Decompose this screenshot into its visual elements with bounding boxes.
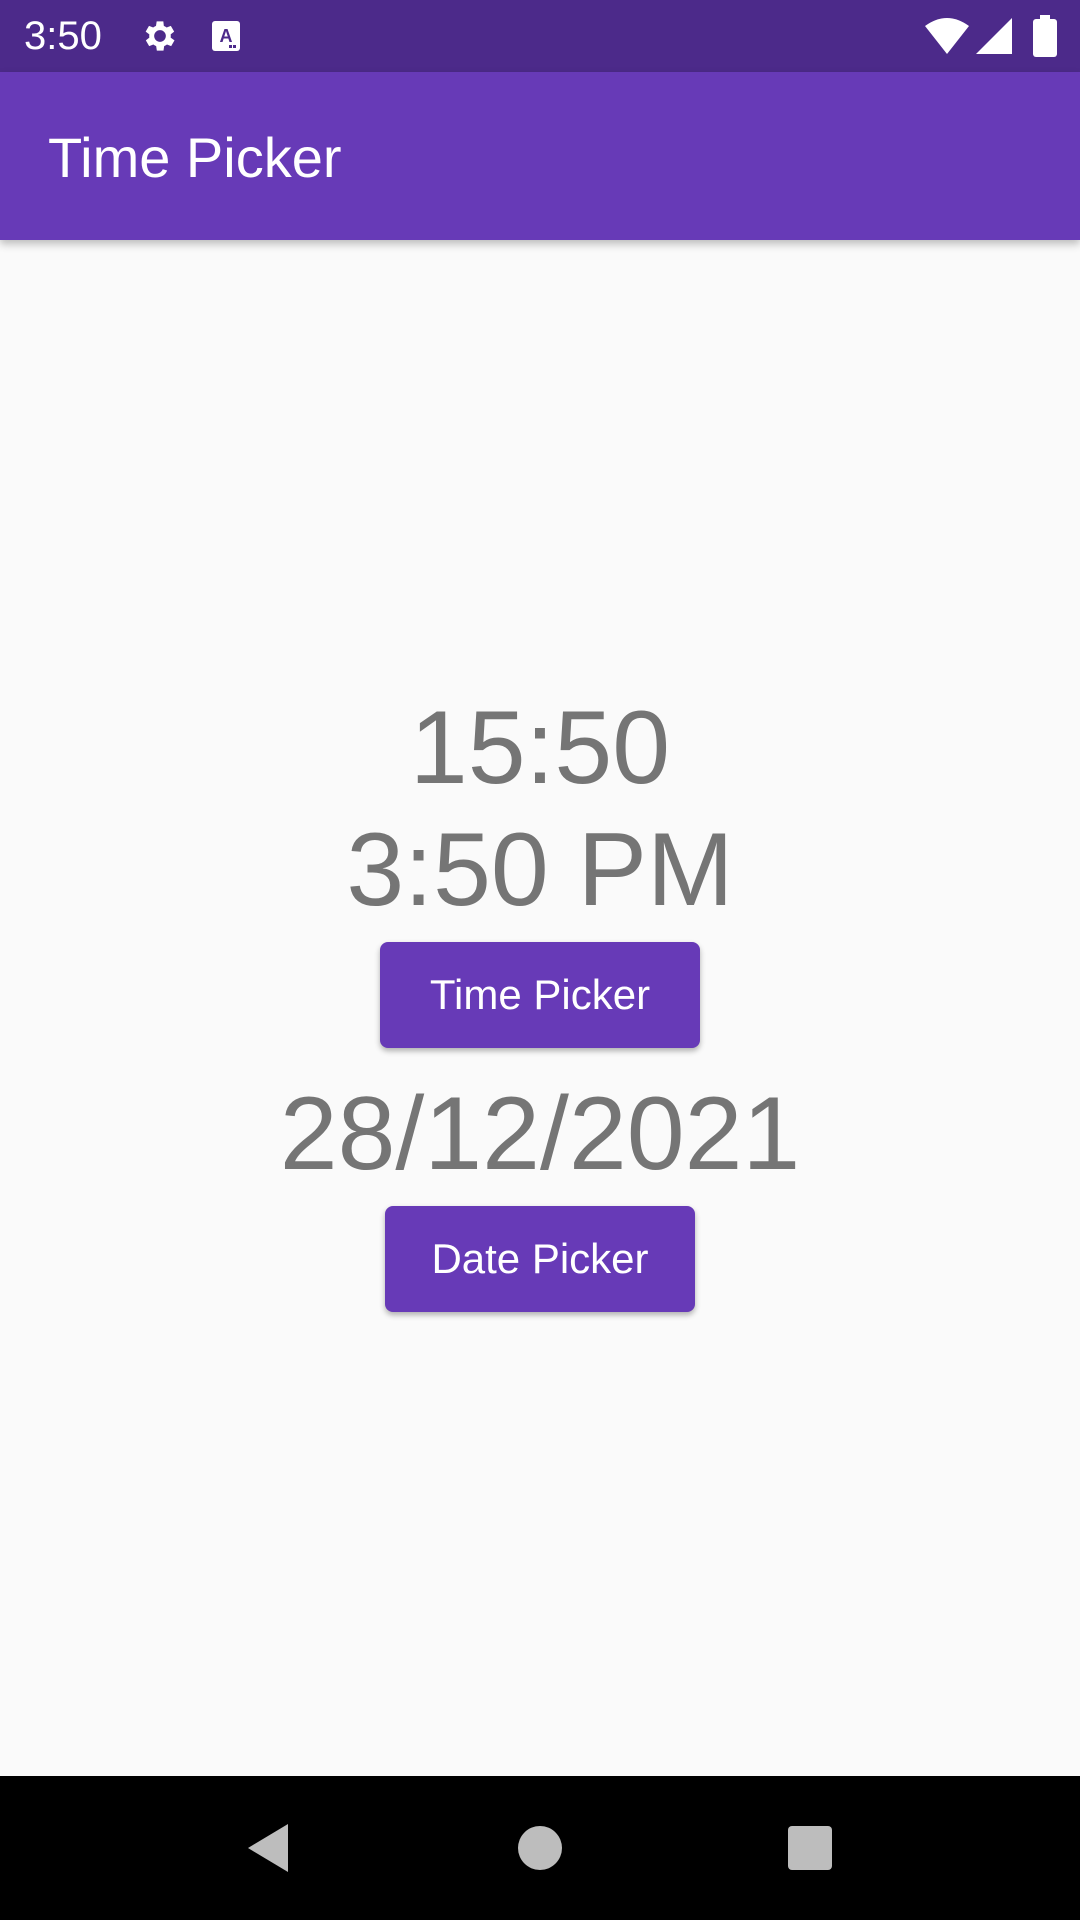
status-bar: 3:50 A	[0, 0, 1080, 72]
status-time: 3:50	[24, 14, 102, 58]
time-24h-text: 15:50	[409, 690, 671, 806]
time-picker-button[interactable]: Time Picker	[380, 942, 700, 1048]
recents-icon[interactable]	[750, 1776, 870, 1920]
date-picker-button[interactable]: Date Picker	[385, 1206, 695, 1312]
keyboard-a-icon: A	[206, 0, 246, 72]
app-bar: Time Picker	[0, 72, 1080, 240]
app-title: Time Picker	[48, 126, 342, 189]
svg-text:A: A	[220, 26, 233, 46]
battery-icon	[1030, 0, 1060, 72]
navigation-bar	[0, 1776, 1080, 1920]
time-12h-text: 3:50 PM	[346, 812, 734, 928]
main-content: 15:50 3:50 PM Time Picker 28/12/2021 Dat…	[0, 240, 1080, 1776]
signal-icon	[972, 0, 1016, 72]
screen: 3:50 A Time Picker 15:50 3:50 PM Time Pi…	[0, 0, 1080, 1920]
wifi-icon	[922, 0, 972, 72]
settings-icon	[138, 0, 182, 72]
home-icon[interactable]	[480, 1776, 600, 1920]
date-text: 28/12/2021	[279, 1076, 801, 1192]
back-icon[interactable]	[208, 1776, 328, 1920]
